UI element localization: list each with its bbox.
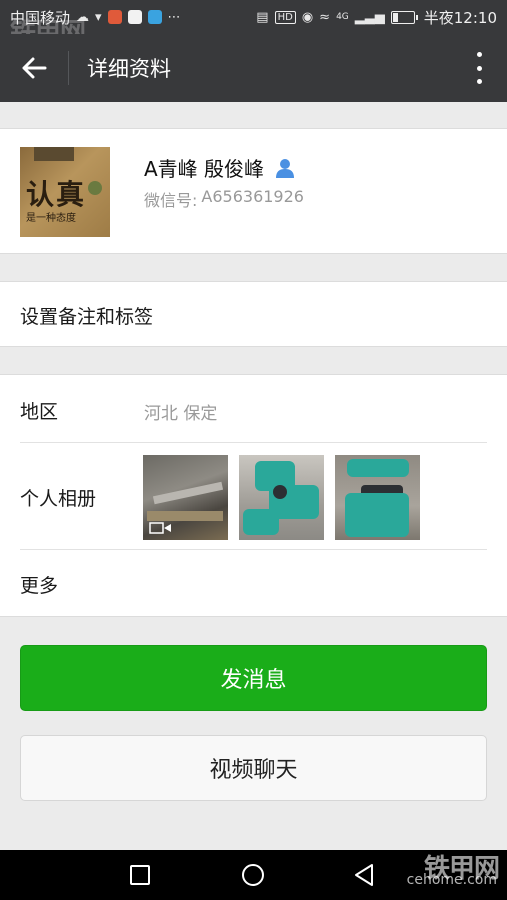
vibrate-icon: ▤ bbox=[256, 9, 269, 25]
dot-icon bbox=[476, 65, 482, 71]
video-call-button[interactable]: 视频聊天 bbox=[20, 735, 487, 801]
info-card: 地区 河北 保定 个人相册 更多 bbox=[0, 374, 507, 617]
region-value: 河北 保定 bbox=[144, 404, 218, 424]
battery-icon bbox=[390, 10, 418, 24]
album-photo[interactable] bbox=[335, 455, 420, 540]
status-bar: 中国移动 ☁ ▾ ⋯ ▤ HD ◉ ≈ 4G ▂▃▅ 半夜12:10 bbox=[0, 0, 507, 34]
more-notifications-icon: ⋯ bbox=[167, 9, 181, 25]
photo-detail bbox=[243, 509, 279, 535]
page-title: 详细资料 bbox=[87, 57, 171, 81]
recent-apps-button[interactable] bbox=[128, 863, 152, 887]
avatar-plaque bbox=[34, 147, 74, 161]
arrow-left-icon bbox=[22, 57, 47, 79]
avatar-text: 认真 bbox=[26, 178, 87, 211]
name-row: A青峰 殷俊峰 bbox=[144, 153, 296, 182]
dot-icon bbox=[476, 79, 482, 84]
shield-icon: ▾ bbox=[95, 9, 102, 25]
app-notification-icon bbox=[107, 10, 122, 24]
back-button[interactable] bbox=[0, 34, 68, 102]
album-photo[interactable] bbox=[239, 455, 324, 540]
male-gender-icon bbox=[276, 158, 295, 178]
wechat-id-label: 微信号: bbox=[144, 191, 198, 210]
set-remark-label: 设置备注和标签 bbox=[20, 306, 154, 328]
video-icon bbox=[149, 522, 171, 534]
region-label: 地区 bbox=[20, 401, 59, 423]
album-label: 个人相册 bbox=[20, 488, 97, 510]
more-label: 更多 bbox=[20, 575, 59, 597]
contact-name: A青峰 殷俊峰 bbox=[144, 157, 265, 181]
avatar-dot bbox=[88, 181, 102, 195]
circle-icon bbox=[242, 864, 264, 886]
cloud-icon: ☁ bbox=[76, 9, 90, 25]
qq-icon bbox=[127, 10, 142, 24]
hd-icon: HD bbox=[274, 10, 296, 24]
play-icon bbox=[147, 10, 162, 24]
square-icon bbox=[130, 865, 150, 885]
wechat-id: 微信号: A656361926 bbox=[144, 187, 304, 211]
photo-detail bbox=[147, 511, 223, 521]
profile-card: 认真 是一种态度 A青峰 殷俊峰 微信号: A656361926 bbox=[0, 128, 507, 254]
header-divider bbox=[68, 51, 69, 85]
system-back-button[interactable] bbox=[352, 863, 376, 887]
photo-detail bbox=[347, 459, 409, 477]
header-bar: 详细资料 bbox=[0, 34, 507, 102]
photo-detail bbox=[152, 481, 224, 505]
set-remark-row[interactable]: 设置备注和标签 bbox=[0, 281, 507, 347]
avatar-subtext: 是一种态度 bbox=[26, 213, 76, 224]
eye-icon: ◉ bbox=[301, 9, 314, 25]
signal-icon: ▂▃▅ bbox=[354, 9, 385, 25]
wechat-id-value: A656361926 bbox=[201, 187, 304, 206]
clock: 半夜12:10 bbox=[423, 8, 497, 27]
more-row[interactable]: 更多 bbox=[0, 550, 507, 616]
wifi-icon: ≈ bbox=[319, 9, 331, 25]
photo-detail bbox=[273, 485, 287, 499]
more-options-button[interactable] bbox=[473, 52, 485, 84]
avatar[interactable]: 认真 是一种态度 bbox=[20, 147, 110, 237]
photo-detail bbox=[345, 493, 409, 537]
send-message-button[interactable]: 发消息 bbox=[20, 645, 487, 711]
home-button[interactable] bbox=[241, 863, 265, 887]
network-type-icon: 4G bbox=[336, 12, 349, 22]
carrier-label: 中国移动 bbox=[10, 8, 71, 27]
watermark-site: cehome.com bbox=[406, 872, 497, 888]
album-photo[interactable] bbox=[143, 455, 228, 540]
dot-icon bbox=[476, 52, 482, 57]
region-row: 地区 河北 保定 bbox=[0, 375, 507, 442]
triangle-back-icon bbox=[355, 864, 373, 886]
